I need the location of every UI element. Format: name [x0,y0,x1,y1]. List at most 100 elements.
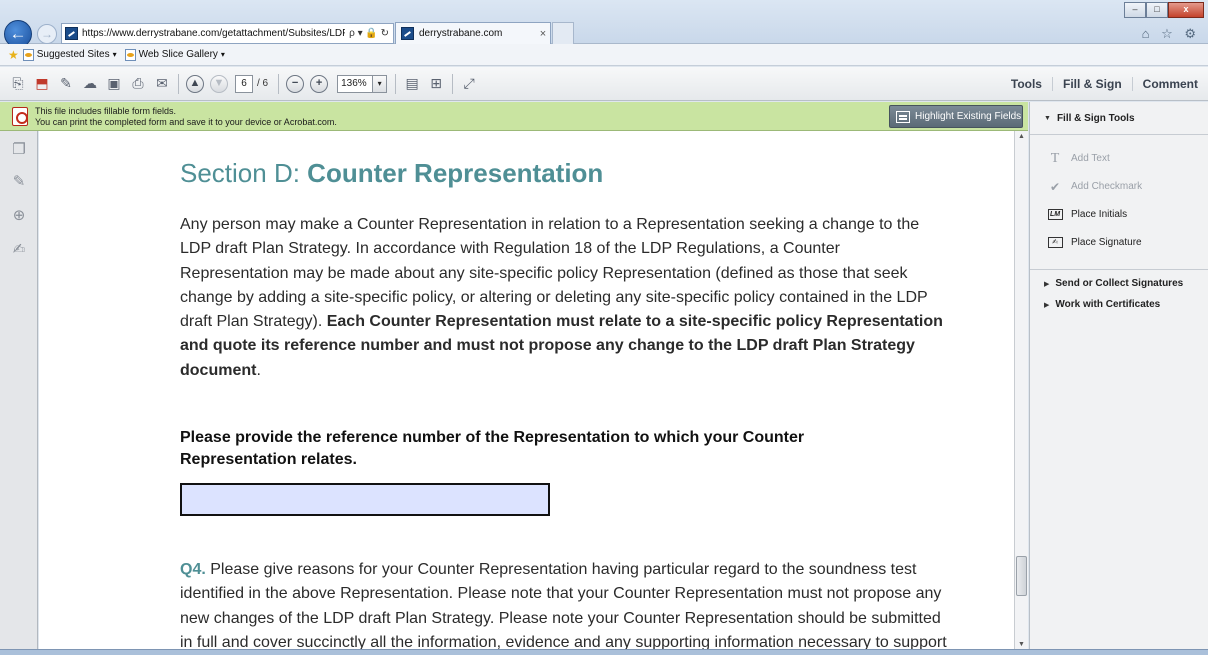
tool-label: Add Checkmark [1071,181,1143,192]
url-text[interactable]: https://www.derrystrabane.com/getattachm… [82,28,345,39]
scrollbar-thumb[interactable] [1016,556,1027,596]
notice-text-line2: You can print the completed form and sav… [35,117,337,127]
tool-label: Add Text [1071,153,1110,164]
next-page-button[interactable]: ▼ [210,74,228,93]
minimize-button[interactable]: – [1124,2,1146,18]
send-collect-signatures-section[interactable]: ▶ Send or Collect Signatures [1044,278,1183,289]
checkmark-icon: ✔ [1049,179,1061,194]
comment-link[interactable]: Comment [1131,77,1208,91]
section-title-prefix: Section D: [180,158,308,188]
forward-button[interactable]: → [37,24,57,44]
place-signature-tool[interactable]: ✍ Place Signature [1047,236,1142,249]
favorites-item-web-slice-gallery[interactable]: Web Slice Gallery ▾ [124,48,225,61]
section-label: Send or Collect Signatures [1055,278,1184,289]
zoom-dropdown-icon[interactable]: ▾ [373,74,388,93]
expand-triangle-icon: ▶ [1044,280,1050,288]
chevron-down-icon: ▾ [220,50,225,59]
toolbar-divider [452,73,454,94]
reference-question: Please provide the reference number of t… [180,429,805,468]
notice-text-line1: This file includes fillable form fields. [35,106,177,116]
address-bar-tools[interactable]: ρ ▾ 🔒 ↻ [345,28,393,39]
page-total: / 6 [257,78,269,89]
fill-sign-link[interactable]: Fill & Sign [1051,77,1132,91]
panel-header-label: Fill & Sign Tools [1056,112,1135,124]
work-with-certificates-section[interactable]: ▶ Work with Certificates [1044,299,1160,310]
acrobat-toolbar: ⎘ ⬒ ✎ ☁ ▣ ⎙ ✉ ▲ ▼ 6 / 6 − + 136% ▾ ▤ ⊞ ⤢… [0,67,1208,101]
highlight-fields-button[interactable]: Highlight Existing Fields [889,105,1023,128]
q4-label: Q4. [180,561,206,578]
tab-favicon-icon [401,27,414,40]
ie-page-icon [22,48,34,61]
expand-triangle-icon: ▶ [1044,301,1050,309]
toolbar-divider [178,73,179,94]
zoom-input[interactable]: 136% [337,74,374,93]
panel-divider [1030,269,1208,270]
reference-number-field[interactable] [180,483,550,516]
restore-button[interactable]: □ [1146,2,1168,18]
add-checkmark-tool[interactable]: ✔ Add Checkmark [1047,179,1143,194]
convert-icon[interactable]: ⬒ [33,75,51,93]
email-icon[interactable]: ✉ [153,75,171,93]
section-title: Section D: Counter Representation [180,158,603,189]
browser-tab[interactable]: derrystrabane.com × [395,22,551,44]
new-tab-button[interactable] [552,22,574,44]
browser-titlebar: ← → https://www.derrystrabane.com/getatt… [0,0,1208,48]
create-pdf-icon[interactable]: ⎘ [9,75,27,93]
toolbar-panel-links: Tools Fill & Sign Comment [1001,67,1208,101]
q4-text: Please give reasons for your Counter Rep… [180,561,947,651]
close-window-button[interactable]: x [1168,2,1204,18]
windows-taskbar [0,649,1208,655]
pdf-document-page: Section D: Counter Representation Any pe… [39,131,1014,655]
add-text-tool[interactable]: T Add Text [1047,150,1110,166]
full-screen-icon[interactable]: ⤢ [460,75,478,93]
tool-label: Place Signature [1071,237,1142,248]
favorites-item-label: Suggested Sites [36,49,110,60]
zoom-in-button[interactable]: + [310,74,329,93]
fill-sign-panel: ▼ Fill & Sign Tools T Add Text ✔ Add Che… [1029,102,1208,655]
highlight-fields-label: Highlight Existing Fields [915,111,1022,122]
section-label: Work with Certificates [1055,299,1161,310]
favorites-star-icon[interactable]: ★ [8,48,19,62]
page-number-input[interactable]: 6 [235,74,253,93]
cloud-upload-icon[interactable]: ☁ [81,75,99,93]
document-scrollbar[interactable]: ▲ ▼ [1014,131,1028,655]
favorites-bar: ★ Suggested Sites ▾ Web Slice Gallery ▾ [0,44,1208,66]
toolbar-divider [278,73,280,94]
toolbar-divider [395,73,397,94]
signature-icon: ✍ [1047,236,1063,249]
save-icon[interactable]: ▣ [105,75,123,93]
section-title-bold: Counter Representation [307,158,604,188]
ie-page-icon [124,48,136,61]
zoom-out-button[interactable]: − [286,74,305,93]
fit-page-icon[interactable]: ▤ [403,75,421,93]
acrobat-form-icon [12,107,28,126]
attachments-paperclip-icon[interactable]: ✎ [10,173,28,191]
favorites-item-suggested-sites[interactable]: Suggested Sites ▾ [22,48,117,61]
previous-page-button[interactable]: ▲ [186,74,204,93]
place-initials-tool[interactable]: LM Place Initials [1047,208,1127,221]
initials-icon: LM [1047,208,1063,221]
favorites-item-label: Web Slice Gallery [138,49,218,60]
form-notice-bar: This file includes fillable form fields.… [0,102,1028,131]
scroll-up-icon[interactable]: ▲ [1015,131,1028,143]
tools-link[interactable]: Tools [1001,77,1052,91]
page-thumbnails-icon[interactable]: ❐ [10,141,28,159]
search-binoculars-icon[interactable]: ⊕ [10,207,28,225]
tab-close-icon[interactable]: × [536,28,550,40]
edit-icon[interactable]: ✎ [57,75,75,93]
print-icon[interactable]: ⎙ [129,75,147,93]
fit-width-icon[interactable]: ⊞ [427,75,445,93]
intro-paragraph: Any person may make a Counter Representa… [180,213,950,383]
signatures-icon[interactable]: ✍ [10,241,28,259]
fill-sign-tools-header[interactable]: ▼ Fill & Sign Tools [1030,102,1208,135]
q4-paragraph: Q4. Please give reasons for your Counter… [180,558,950,655]
text-tool-icon: T [1050,150,1060,166]
home-favorites-settings-icons[interactable]: ⌂ ☆ ⚙ [1142,26,1200,42]
address-bar[interactable]: https://www.derrystrabane.com/getattachm… [61,23,394,44]
chevron-down-icon: ▾ [112,50,117,59]
site-favicon-icon [65,27,78,40]
back-arrow-icon: ← [9,24,27,43]
tab-title: derrystrabane.com [419,28,503,39]
intro-end: . [256,361,261,379]
tool-label: Place Initials [1071,209,1128,220]
